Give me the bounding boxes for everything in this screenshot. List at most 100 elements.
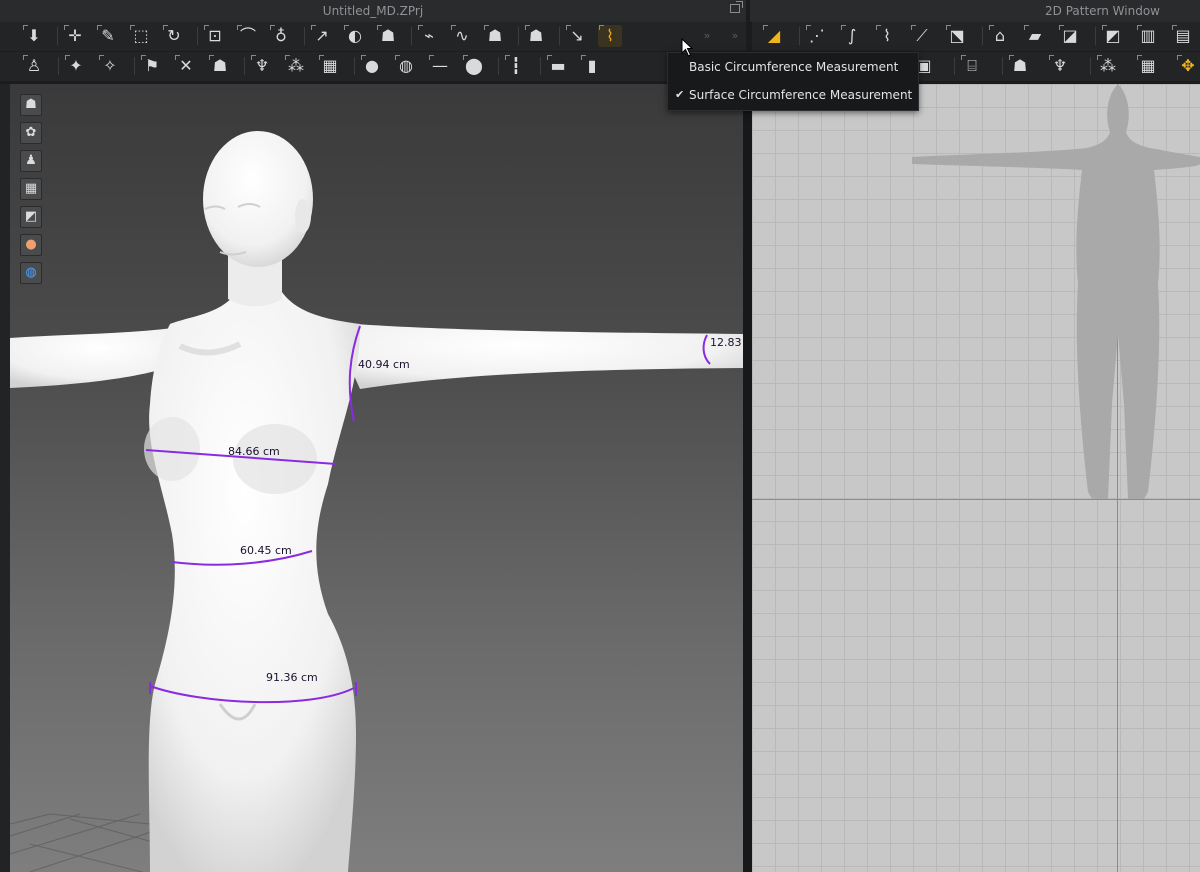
toolbar-separator bbox=[982, 27, 983, 45]
fabric-pattern-icon[interactable]: ⁂ bbox=[284, 55, 308, 77]
ruler-vertical-icon[interactable]: ▮ bbox=[580, 55, 604, 77]
fold-icon[interactable]: ◐ bbox=[343, 25, 367, 47]
toolbar-separator bbox=[244, 57, 245, 75]
avatar-skin-icon[interactable]: ● bbox=[20, 234, 42, 256]
wrist-measure-label: 12.83 bbox=[710, 336, 742, 349]
lock-icon[interactable]: ⬤ bbox=[462, 55, 486, 77]
avatar-arrange-icon[interactable]: ⚑ bbox=[140, 55, 164, 77]
floor-grid bbox=[10, 813, 161, 872]
toolbar-separator bbox=[58, 57, 59, 75]
3d-viewport[interactable]: ☗ ✿ ♟ ▦ ◩ ● ◍ 40.94 cm 12.83 84.66 cm 60.45 cm… bbox=[10, 84, 743, 872]
pattern-select-icon[interactable]: ◢ bbox=[762, 25, 786, 47]
tape-measure-icon[interactable]: ↘ bbox=[565, 25, 589, 47]
toolbar-separator bbox=[540, 57, 541, 75]
mesh-icon[interactable]: ◩ bbox=[20, 206, 42, 228]
button-icon[interactable]: ● bbox=[360, 55, 384, 77]
fabric-grid-icon[interactable]: ▦ bbox=[318, 55, 342, 77]
avatar-head bbox=[203, 131, 313, 267]
dart-icon[interactable]: ◩ bbox=[1101, 25, 1125, 47]
toolbar-overflow-icon[interactable]: » bbox=[700, 25, 714, 47]
polygon-icon[interactable]: ⬔ bbox=[945, 25, 969, 47]
curve-point-icon[interactable]: ∫ bbox=[840, 25, 864, 47]
shirt-icon[interactable]: ☗ bbox=[1008, 55, 1032, 77]
fabric-render-icon[interactable]: ✿ bbox=[20, 122, 42, 144]
toolbar-separator bbox=[1095, 27, 1096, 45]
check-icon: ✔ bbox=[675, 88, 685, 101]
arrangement-icon[interactable]: ☗ bbox=[524, 25, 548, 47]
seam-line-icon[interactable]: ⌁ bbox=[417, 25, 441, 47]
2d-window-title: 2D Pattern Window bbox=[1045, 4, 1160, 18]
avatar-right-arm bbox=[330, 322, 743, 389]
texture-icon[interactable]: ▦ bbox=[20, 178, 42, 200]
menu-item-label: Surface Circumference Measurement bbox=[689, 88, 913, 102]
tack-icon[interactable]: ⊡ bbox=[203, 25, 227, 47]
circumference-measure-icon[interactable]: ⌇ bbox=[598, 25, 622, 47]
internal-shape-icon[interactable]: ⌂ bbox=[988, 25, 1012, 47]
buttonhole-icon[interactable]: ◍ bbox=[394, 55, 418, 77]
garment-fit-icon[interactable]: ☗ bbox=[376, 25, 400, 47]
pin-icon[interactable]: ↗ bbox=[310, 25, 334, 47]
2d-pattern-viewport[interactable] bbox=[752, 84, 1200, 872]
rectangle-icon[interactable]: ▰ bbox=[1023, 25, 1047, 47]
window-splitter[interactable] bbox=[743, 84, 752, 872]
avatar-garment-icon[interactable]: ☗ bbox=[208, 55, 232, 77]
mouse-cursor-icon bbox=[681, 38, 694, 57]
hanger-icon[interactable]: ♆ bbox=[250, 55, 274, 77]
avatar-silhouette bbox=[912, 84, 1200, 499]
edit-point-icon[interactable]: ⋰ bbox=[805, 25, 829, 47]
toolbar-separator bbox=[1090, 57, 1091, 75]
toolbar-separator bbox=[134, 57, 135, 75]
avatar-ear bbox=[295, 199, 311, 233]
globe-icon[interactable]: ◍ bbox=[20, 262, 42, 284]
menu-item-surface-circumference[interactable]: ✔ Surface Circumference Measurement bbox=[668, 82, 918, 108]
avatar-pose-icon[interactable]: ✦ bbox=[64, 55, 88, 77]
ruler-icon[interactable]: ▬ bbox=[546, 55, 570, 77]
marvelous-designer-app: Untitled_MD.ZPrj 2D Pattern Window ⬇ ✛ ✎ ⬚ ↻… bbox=[0, 0, 1200, 872]
popout-icon[interactable] bbox=[730, 1, 743, 13]
avatar-torso bbox=[148, 289, 360, 872]
left-edge bbox=[0, 84, 10, 872]
avatar-display-icon[interactable]: ♟ bbox=[20, 150, 42, 172]
download-arrow-icon[interactable]: ⬇ bbox=[22, 25, 46, 47]
hip-measure-label: 91.36 cm bbox=[266, 671, 318, 684]
tack-on-avatar-icon[interactable]: ⌒ bbox=[236, 25, 260, 47]
waist-measure-label: 60.45 cm bbox=[240, 544, 292, 557]
circumference-measure-dropdown: Basic Circumference Measurement ✔ Surfac… bbox=[667, 52, 919, 111]
toolbar-separator bbox=[197, 27, 198, 45]
toolbar-separator bbox=[498, 57, 499, 75]
3d-toolbar-row1: ⬇ ✛ ✎ ⬚ ↻ ⊡ ⌒ ♁ ↗ ◐ ☗ ⌁ ∿ ☗ ☗ ↘ ⌇ » » bbox=[0, 22, 746, 51]
line-tool-icon[interactable]: — bbox=[428, 55, 452, 77]
garment-display-icon[interactable]: ☗ bbox=[20, 94, 42, 116]
toolbar-separator bbox=[57, 27, 58, 45]
fold-arrangement-icon[interactable]: ↻ bbox=[162, 25, 186, 47]
select-mesh-icon[interactable]: ✎ bbox=[96, 25, 120, 47]
toolbar-separator bbox=[1002, 57, 1003, 75]
arm-measure-label: 40.94 cm bbox=[358, 358, 410, 371]
gathering-icon[interactable]: ▤ bbox=[1171, 25, 1195, 47]
3d-window-titlebar: Untitled_MD.ZPrj bbox=[0, 0, 746, 23]
move-pattern-icon[interactable]: ✥ bbox=[1176, 55, 1200, 77]
add-point-icon[interactable]: ⟋ bbox=[910, 25, 934, 47]
tack-pair-icon[interactable]: ♁ bbox=[269, 25, 293, 47]
iron-icon[interactable]: ⌸ bbox=[960, 55, 984, 77]
toolbar-overflow-icon[interactable]: » bbox=[728, 25, 742, 47]
avatar-walk-icon[interactable]: ♙ bbox=[22, 55, 46, 77]
pleat-icon[interactable]: ▥ bbox=[1136, 25, 1160, 47]
checker-icon[interactable]: ▦ bbox=[1136, 55, 1160, 77]
hanger-2d-icon[interactable]: ♆ bbox=[1048, 55, 1072, 77]
trace-icon[interactable]: ◪ bbox=[1058, 25, 1082, 47]
bust-measure-label: 84.66 cm bbox=[228, 445, 280, 458]
bounding-box-icon[interactable]: ⬚ bbox=[129, 25, 153, 47]
3d-toolbar-row2: ♙ ✦ ✧ ⚑ ✕ ☗ ♆ ⁂ ▦ ● ◍ — ⬤ ┇ ▬ ▮ bbox=[0, 52, 746, 81]
garment-shirt-icon[interactable]: ☗ bbox=[483, 25, 507, 47]
transform-move-icon[interactable]: ✛ bbox=[63, 25, 87, 47]
zipper-icon[interactable]: ┇ bbox=[504, 55, 528, 77]
avatar-measure-icon[interactable]: ✕ bbox=[174, 55, 198, 77]
toolbar-separator bbox=[304, 27, 305, 45]
fabric-2d-icon[interactable]: ⁂ bbox=[1096, 55, 1120, 77]
stitch-icon[interactable]: ∿ bbox=[450, 25, 474, 47]
edit-curvature-icon[interactable]: ⌇ bbox=[875, 25, 899, 47]
menu-item-label: Basic Circumference Measurement bbox=[689, 60, 899, 74]
avatar-joint-icon[interactable]: ✧ bbox=[98, 55, 122, 77]
menu-item-basic-circumference[interactable]: Basic Circumference Measurement bbox=[668, 54, 918, 80]
